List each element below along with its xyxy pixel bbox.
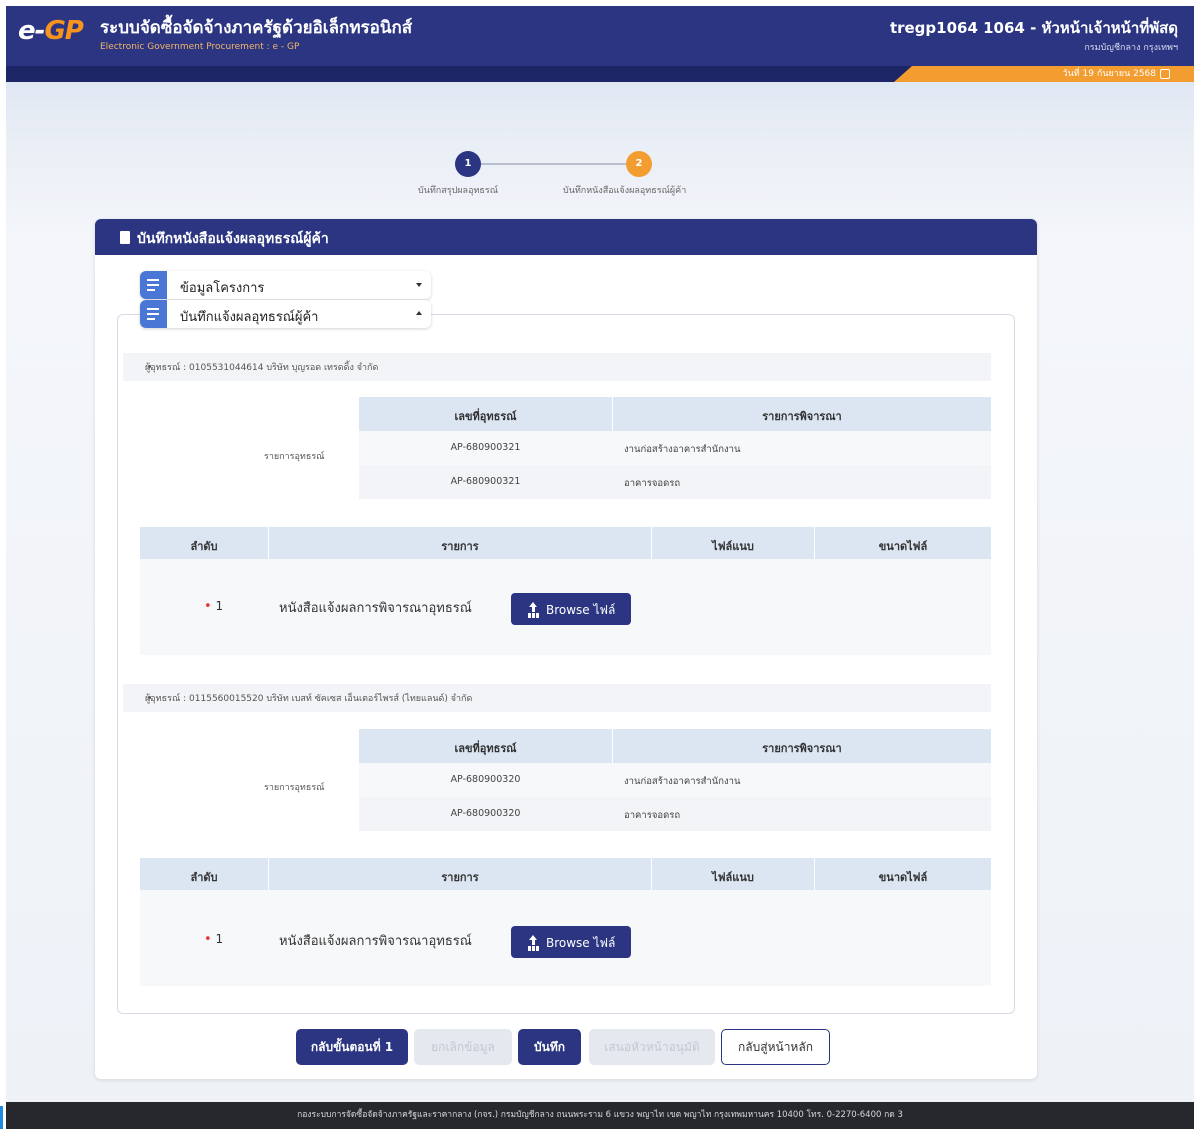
step-1-label: บันทึกสรุปผลอุทธรณ์	[418, 186, 499, 196]
edge-marker	[0, 1106, 3, 1129]
caret-up-icon	[416, 311, 422, 315]
top-header: e-GP ระบบจัดซื้อจัดจ้างภาครัฐด้วยอิเล็กท…	[6, 6, 1194, 66]
col-item: รายการ	[441, 871, 479, 884]
step-1-circle[interactable]: 1	[455, 151, 481, 177]
logo-main: e-	[18, 16, 45, 46]
vendor-2-label: ผู้อุทธรณ์ : 0115560015520 บริษัท เบสท์ …	[145, 694, 473, 704]
vendor-1-label: ผู้อุทธรณ์ : 0105531044614 บริษัท บุญรอด…	[145, 363, 379, 373]
egp-logo[interactable]: e-GP	[18, 16, 84, 46]
appeal-number: AP-680900320	[450, 808, 521, 819]
user-department: กรมบัญชีกลาง กรุงเทพฯ	[1084, 43, 1178, 53]
system-subtitle: Electronic Government Procurement : e - …	[100, 42, 300, 52]
table-row: AP-680900320 งานก่อสร้างอาคารสำนักงาน	[359, 763, 991, 797]
appeal-item: งานก่อสร้างอาคารสำนักงาน	[624, 444, 741, 455]
appeal-item: อาคารจอดรถ	[624, 810, 681, 821]
caret-down-icon	[416, 283, 422, 287]
appeals-table-header: เลขที่อุทธรณ์ รายการพิจารณา	[359, 729, 991, 763]
page-footer: กองระบบการจัดซื้อจัดจ้างภาครัฐและราคากลา…	[6, 1102, 1194, 1129]
send-approve-button[interactable]: เสนอหัวหน้าอนุมัติ	[589, 1029, 715, 1065]
save-button[interactable]: บันทึก	[518, 1029, 581, 1065]
card-title: บันทึกหนังสือแจ้งผลอุทธรณ์ผู้ค้า	[137, 231, 329, 247]
required-mark: •	[204, 599, 212, 614]
col-seq: ลำดับ	[190, 871, 218, 884]
browse-label: Browse ไฟล์	[546, 936, 616, 950]
col-size: ขนาดไฟล์	[878, 540, 928, 553]
col-appeal-number: เลขที่อุทธรณ์	[454, 410, 517, 423]
accordion-project-info[interactable]: ข้อมูลโครงการ	[140, 271, 431, 299]
step-2-label: บันทึกหนังสือแจ้งผลอุทธรณ์ผู้ค้า	[563, 186, 687, 196]
vendor-1-row: ผู้อุทธรณ์ : 0105531044614 บริษัท บุญรอด…	[123, 353, 991, 381]
vendor-2-row: ผู้อุทธรณ์ : 0115560015520 บริษัท เบสท์ …	[123, 684, 991, 712]
file-seq-number: 1	[215, 599, 224, 613]
file-item-name: หนังสือแจ้งผลการพิจารณาอุทธรณ์	[279, 601, 472, 616]
col-appeal-number: เลขที่อุทธรณ์	[454, 742, 517, 755]
table-row: AP-680900321 งานก่อสร้างอาคารสำนักงาน	[359, 431, 991, 465]
system-title: ระบบจัดซื้อจัดจ้างภาครัฐด้วยอิเล็กทรอนิก…	[100, 18, 413, 38]
step-2-circle[interactable]: 2	[626, 151, 652, 177]
cancel-data-button[interactable]: ยกเลิกข้อมูล	[414, 1029, 512, 1065]
logout-icon[interactable]	[1160, 69, 1170, 79]
date-tab: วันที่ 19 กันยายน 2568	[894, 66, 1194, 82]
file-item-name: หนังสือแจ้งผลการพิจารณาอุทธรณ์	[279, 934, 472, 949]
col-file: ไฟล์แนบ	[712, 871, 754, 884]
col-seq: ลำดับ	[190, 540, 218, 553]
file-row-2: • 1 หนังสือแจ้งผลการพิจารณาอุทธรณ์ Brows…	[140, 890, 991, 986]
appeal-number: AP-680900321	[450, 476, 521, 487]
required-mark: •	[204, 932, 212, 947]
stepper-line	[468, 163, 639, 165]
logo-accent: GP	[44, 16, 83, 46]
file-row-1: • 1 หนังสือแจ้งผลการพิจารณาอุทธรณ์ Brows…	[140, 559, 991, 655]
document-icon	[120, 231, 130, 244]
back-step1-button[interactable]: กลับขั้นตอนที่ 1	[296, 1029, 408, 1065]
header-subbar: วันที่ 19 กันยายน 2568	[6, 66, 1194, 82]
accordion-project-label: ข้อมูลโครงการ	[180, 281, 265, 296]
bullet-icon	[148, 365, 151, 368]
back-home-button[interactable]: กลับสู่หน้าหลัก	[721, 1029, 830, 1065]
user-name[interactable]: tregp1064 1064 - หัวหน้าเจ้าหน้าที่พัสดุ	[890, 16, 1178, 40]
appeals-table-header: เลขที่อุทธรณ์ รายการพิจารณา	[359, 397, 991, 431]
file-seq: • 1	[204, 599, 223, 614]
accordion-notice-label: บันทึกแจ้งผลอุทธรณ์ผู้ค้า	[180, 310, 319, 325]
file-seq-number: 1	[215, 932, 224, 946]
browse-file-button[interactable]: Browse ไฟล์	[511, 926, 631, 958]
col-appeal-item: รายการพิจารณา	[762, 410, 842, 423]
browse-file-button[interactable]: Browse ไฟล์	[511, 593, 631, 625]
card-header: บันทึกหนังสือแจ้งผลอุทธรณ์ผู้ค้า	[95, 219, 1037, 255]
list-icon	[140, 300, 167, 328]
col-appeal-item: รายการพิจารณา	[762, 742, 842, 755]
table-row: AP-680900321 อาคารจอดรถ	[359, 465, 991, 499]
appeal-number: AP-680900321	[450, 442, 521, 453]
upload-icon	[528, 935, 538, 948]
col-item: รายการ	[441, 540, 479, 553]
file-seq: • 1	[204, 932, 223, 947]
appeals-side-label: รายการอุทธรณ์	[264, 783, 325, 793]
appeal-item: งานก่อสร้างอาคารสำนักงาน	[624, 776, 741, 787]
col-size: ขนาดไฟล์	[878, 871, 928, 884]
browse-label: Browse ไฟล์	[546, 603, 616, 617]
current-date: วันที่ 19 กันยายน 2568	[1062, 69, 1156, 79]
bullet-icon	[148, 696, 151, 699]
appeals-side-label: รายการอุทธรณ์	[264, 452, 325, 462]
files-table-header: ลำดับ รายการ ไฟล์แนบ ขนาดไฟล์	[140, 527, 991, 559]
files-table-header: ลำดับ รายการ ไฟล์แนบ ขนาดไฟล์	[140, 858, 991, 890]
col-file: ไฟล์แนบ	[712, 540, 754, 553]
upload-icon	[528, 602, 538, 615]
table-row: AP-680900320 อาคารจอดรถ	[359, 797, 991, 831]
list-icon	[140, 271, 167, 299]
appeal-number: AP-680900320	[450, 774, 521, 785]
accordion-notice[interactable]: บันทึกแจ้งผลอุทธรณ์ผู้ค้า	[140, 300, 431, 328]
appeal-item: อาคารจอดรถ	[624, 478, 681, 489]
